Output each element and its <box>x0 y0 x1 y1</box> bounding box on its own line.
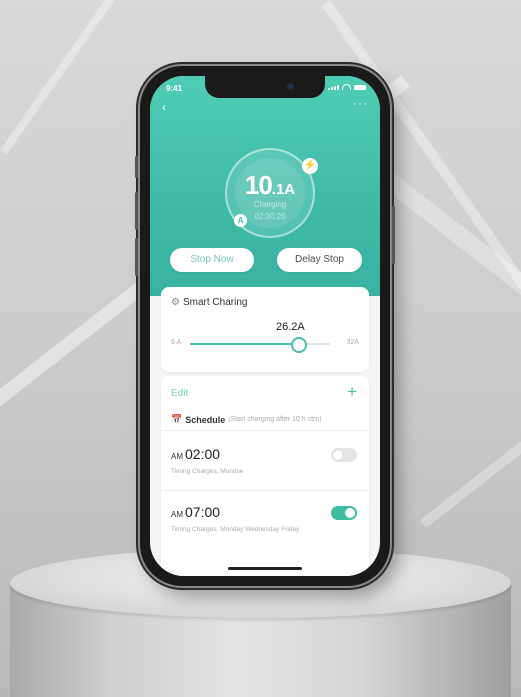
charging-header: 9:41 ‹ ··· 10.1A Charging 02:30:20 ⚡ A S… <box>150 76 380 296</box>
plug-icon: ⚡ <box>302 158 318 174</box>
current-readout: 10.1A <box>227 170 313 201</box>
phone-frame: 9:41 ‹ ··· 10.1A Charging 02:30:20 ⚡ A S… <box>135 66 395 586</box>
mute-switch <box>135 156 138 178</box>
schedule-time-value: 07:00 <box>185 504 221 520</box>
status-icons <box>328 84 366 90</box>
schedule-ampm: AM <box>171 510 183 519</box>
current-decimal: .1 <box>271 181 285 198</box>
status-time: 9:41 <box>166 84 183 93</box>
slider-thumb[interactable] <box>291 337 308 353</box>
divider <box>161 430 369 431</box>
schedule-toggle[interactable] <box>331 448 357 462</box>
camera-icon <box>287 83 294 90</box>
home-indicator <box>228 567 302 570</box>
schedule-time-value: 02:00 <box>185 446 221 462</box>
power-button <box>392 206 395 264</box>
battery-icon <box>354 84 366 90</box>
stop-now-button[interactable]: Stop Now <box>170 248 254 272</box>
slider-fill <box>190 343 300 345</box>
more-menu-icon[interactable]: ··· <box>353 96 368 110</box>
schedule-desc: Timing Charges, Monday Wednesday Friday <box>171 526 300 533</box>
smart-charging-title: ⚙ Smart Charing <box>171 297 247 308</box>
slider-min-label: 6 A <box>171 339 182 346</box>
signal-icon <box>328 84 339 90</box>
schedule-time: AM 02:00 <box>171 446 220 462</box>
schedule-title: Schedule <box>185 414 226 425</box>
app-screen: 9:41 ‹ ··· 10.1A Charging 02:30:20 ⚡ A S… <box>150 76 380 576</box>
charging-status: Charging <box>253 200 287 209</box>
smart-charging-label: Smart Charing <box>182 297 248 308</box>
current-limit-value: 26.2A <box>276 321 305 333</box>
schedule-card: Edit + 📅 Schedule (Start charging after … <box>161 376 369 576</box>
schedule-ampm: AM <box>171 452 183 461</box>
schedule-header: 📅 Schedule (Start charging after 10 h ct… <box>171 414 366 425</box>
schedule-toggle[interactable] <box>331 506 357 520</box>
schedule-note: (Start charging after 10 h ctrn) <box>228 416 322 423</box>
current-unit: A <box>284 181 296 198</box>
current-value: 10 <box>244 170 273 200</box>
ampere-icon: A <box>234 214 247 227</box>
edit-link[interactable]: Edit <box>171 388 188 399</box>
schedule-desc: Timing Charges, Mondse <box>171 468 244 475</box>
back-chevron-icon[interactable]: ‹ <box>162 100 166 114</box>
add-schedule-icon[interactable]: + <box>347 382 357 402</box>
schedule-time: AM 07:00 <box>171 504 220 520</box>
notch <box>205 76 325 98</box>
delay-stop-button[interactable]: Delay Stop <box>277 248 362 272</box>
volume-up-button <box>135 192 138 230</box>
calendar-icon: 📅 <box>171 414 183 424</box>
volume-down-button <box>135 238 138 276</box>
current-limit-slider[interactable] <box>190 337 330 353</box>
wifi-icon <box>342 84 351 90</box>
slider-max-label: 32A <box>346 339 359 346</box>
divider <box>161 490 369 491</box>
smart-charging-card: ⚙ Smart Charing 26.2A 6 A 32A <box>161 287 369 372</box>
gear-icon: ⚙ <box>171 297 180 308</box>
